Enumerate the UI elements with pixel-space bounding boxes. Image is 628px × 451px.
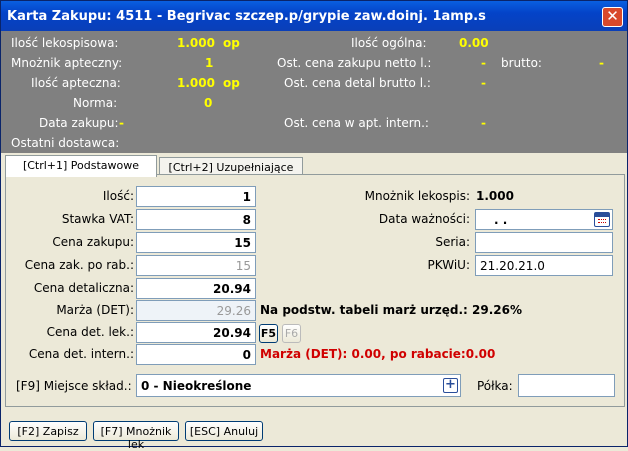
ilosc-lek-unit: op	[223, 36, 240, 50]
cena-rab-label: Cena zak. po rab.:	[24, 258, 134, 272]
polka-label: Półka:	[477, 379, 513, 393]
data-zakupu-label: Data zakupu:	[39, 116, 119, 130]
ilosc-ogolna-value: 0.00	[459, 36, 489, 50]
close-button[interactable]: ✕	[602, 7, 623, 27]
calendar-icon[interactable]	[594, 212, 610, 227]
miejsce-label: [F9] Miejsce skład.:	[16, 379, 132, 393]
ilosc-ogolna-label: Ilość ogólna:	[351, 36, 427, 50]
ilosc-apt-unit: op	[223, 76, 240, 90]
ilosc-apt-label: Ilość apteczna:	[31, 76, 121, 90]
save-button[interactable]: [F2] Zapisz	[9, 421, 87, 441]
data-zakupu-value: -	[119, 116, 124, 130]
data-waznosci-label: Data ważności:	[378, 212, 470, 226]
polka-field[interactable]	[518, 374, 615, 397]
miejsce-field[interactable]: 0 - Nieokreślone	[136, 374, 461, 397]
seria-field[interactable]	[475, 232, 613, 253]
mnoznik-apt-value: 1	[205, 56, 214, 70]
data-waznosci-value: . .	[494, 213, 508, 227]
cena-zakupu-label: Cena zakupu:	[52, 235, 134, 249]
multiplier-button[interactable]: [F7] Mnożnik lek	[93, 421, 179, 451]
data-waznosci-field[interactable]: . .	[475, 209, 613, 230]
info-panel: Ilość lekospisowa: 1.000 op Mnożnik apte…	[1, 31, 627, 153]
mnoznik-apt-label: Mnożnik apteczny:	[11, 56, 123, 70]
tab-uzupelniajace[interactable]: [Ctrl+2] Uzupełniające	[159, 157, 303, 175]
ilosc-apt-value: 1.000	[177, 76, 215, 90]
marza-field: 29.26	[136, 300, 256, 321]
cena-intern-field[interactable]: 0	[136, 344, 256, 365]
cena-det-field[interactable]: 20.94	[136, 278, 256, 299]
norma-label: Norma:	[73, 96, 118, 110]
button-bar: [F2] Zapisz [F7] Mnożnik lek [ESC] Anulu…	[1, 411, 627, 451]
marza-warning: Marża (DET): 0.00, po rabacie:0.00	[260, 347, 496, 361]
brutto-value: -	[599, 56, 604, 70]
pkwiu-label: PKWiU:	[427, 258, 470, 272]
cena-det-label: Cena detaliczna:	[33, 281, 134, 295]
cena-zakupu-field[interactable]: 15	[136, 232, 256, 253]
cena-rab-field: 15	[136, 255, 256, 276]
window-title: Karta Zakupu: 4511 - Begrivac szczep.p/g…	[7, 9, 486, 24]
marza-note: Na podstw. tabeli marż urzęd.: 29.26%	[260, 303, 523, 317]
f6-button[interactable]: F6	[282, 324, 301, 343]
ilosc-label: Ilość:	[102, 189, 134, 203]
cena-intern-label: Cena det. intern.:	[28, 347, 134, 361]
mnoznik-lek-label: Mnożnik lekospis:	[364, 189, 470, 203]
ilosc-lek-value: 1.000	[177, 36, 215, 50]
ostatni-dostawca-label: Ostatni dostawca:	[11, 136, 120, 150]
seria-label: Seria:	[435, 235, 470, 249]
tab-podstawowe[interactable]: [Ctrl+1] Podstawowe	[5, 155, 157, 177]
window: Karta Zakupu: 4511 - Begrivac szczep.p/g…	[0, 0, 628, 451]
cancel-button[interactable]: [ESC] Anuluj	[185, 421, 263, 441]
ost-intern-label: Ost. cena w apt. intern.:	[284, 116, 429, 130]
add-icon[interactable]: +	[443, 378, 458, 393]
ost-netto-label: Ost. cena zakupu netto l.:	[277, 56, 432, 70]
cena-lek-field[interactable]: 20.94	[136, 322, 256, 343]
ilosc-field[interactable]: 1	[136, 186, 256, 207]
ilosc-lek-label: Ilość lekospisowa:	[11, 36, 119, 50]
cena-lek-label: Cena det. lek.:	[46, 325, 134, 339]
norma-value: 0	[204, 96, 213, 110]
mnoznik-lek-value: 1.000	[476, 189, 514, 203]
title-bar: Karta Zakupu: 4511 - Begrivac szczep.p/g…	[1, 1, 627, 31]
ost-detal-label: Ost. cena detal brutto l.:	[284, 76, 431, 90]
ost-netto-value: -	[481, 56, 486, 70]
vat-label: Stawka VAT:	[61, 212, 134, 226]
vat-field[interactable]: 8	[136, 209, 256, 230]
brutto-label: brutto:	[501, 56, 542, 70]
ost-detal-value: -	[481, 76, 486, 90]
form-panel: Ilość: 1 Stawka VAT: 8 Cena zakupu: 15 C…	[5, 174, 625, 407]
f5-button[interactable]: F5	[259, 324, 278, 343]
marza-label: Marża (DET):	[56, 303, 134, 317]
pkwiu-field[interactable]: 21.20.21.0	[475, 255, 613, 276]
ost-intern-value: -	[481, 116, 486, 130]
